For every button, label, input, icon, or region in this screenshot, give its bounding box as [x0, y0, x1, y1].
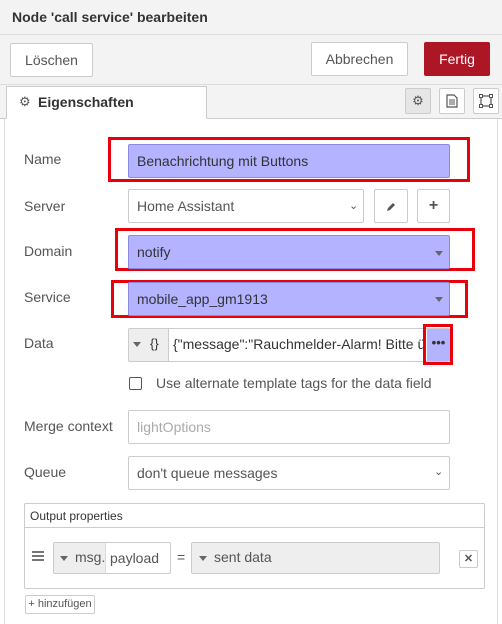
expand-editor-button[interactable]: •••: [427, 329, 450, 361]
server-label: Server: [24, 198, 66, 214]
domain-input[interactable]: notify: [128, 235, 450, 269]
chevron-down-icon: ⌄: [434, 466, 444, 478]
domain-label: Domain: [24, 243, 73, 259]
service-label: Service: [24, 289, 71, 305]
output-value: sent data: [214, 549, 272, 565]
drag-handle-icon[interactable]: [32, 551, 44, 561]
merge-context-placeholder: lightOptions: [137, 419, 211, 435]
delete-button[interactable]: Löschen: [10, 43, 93, 77]
data-label: Data: [24, 335, 54, 351]
service-input-value: mobile_app_gm1913: [137, 291, 268, 307]
done-button[interactable]: Fertig: [424, 42, 490, 76]
settings-tab-button[interactable]: ⚙: [405, 88, 431, 114]
queue-label: Queue: [24, 464, 67, 480]
caret-down-icon: [199, 556, 207, 561]
queue-select[interactable]: don't queue messages: [128, 456, 450, 490]
frame-icon: [479, 94, 493, 108]
gear-icon: ⚙: [19, 94, 31, 109]
domain-input-value: notify: [137, 244, 171, 260]
name-label: Name: [24, 151, 62, 167]
close-icon: ✕: [463, 553, 474, 565]
tab-properties-label: Eigenschaften: [38, 94, 134, 110]
cancel-button[interactable]: Abbrechen: [311, 42, 408, 76]
equals-sign: =: [177, 549, 186, 565]
caret-down-icon: [435, 251, 443, 256]
dialog-title: Node 'call service' bearbeiten: [12, 9, 208, 25]
output-prefix: msg.: [75, 549, 106, 565]
output-properties-title: Output properties: [30, 509, 123, 523]
add-output-label: hinzufügen: [37, 598, 92, 610]
ellipsis-icon: •••: [431, 335, 446, 350]
appearance-tab-button[interactable]: [473, 88, 499, 114]
pencil-icon: [387, 203, 395, 211]
alt-tags-checkbox[interactable]: [129, 377, 142, 390]
merge-context-input[interactable]: lightOptions: [128, 410, 450, 444]
plus-icon: +: [428, 197, 439, 214]
alt-tags-label: Use alternate template tags for the data…: [156, 375, 432, 391]
caret-down-icon: [133, 342, 141, 347]
plus-icon: +: [28, 598, 35, 610]
add-server-button[interactable]: +: [417, 189, 450, 223]
chevron-down-icon: ⌄: [349, 200, 359, 212]
document-icon: [446, 94, 458, 108]
service-input[interactable]: mobile_app_gm1913: [128, 282, 450, 316]
queue-select-value: don't queue messages: [137, 465, 278, 481]
add-output-button[interactable]: + hinzufügen: [25, 595, 95, 614]
server-select[interactable]: Home Assistant: [128, 189, 364, 223]
gear-icon: ⚙: [412, 93, 424, 108]
merge-context-label: Merge context: [24, 418, 113, 434]
remove-output-button[interactable]: ✕: [459, 550, 478, 568]
caret-down-icon: [60, 556, 68, 561]
json-type-icon: {}: [150, 336, 159, 351]
server-select-value: Home Assistant: [137, 198, 235, 214]
caret-down-icon: [435, 297, 443, 302]
edit-server-button[interactable]: [374, 189, 408, 223]
name-input[interactable]: Benachrichtung mit Buttons: [128, 144, 450, 178]
output-property-name: payload: [110, 550, 160, 566]
data-value: {"message":"Rauchmelder-Alarm! Bitte üb: [173, 336, 426, 352]
description-tab-button[interactable]: [439, 88, 465, 114]
